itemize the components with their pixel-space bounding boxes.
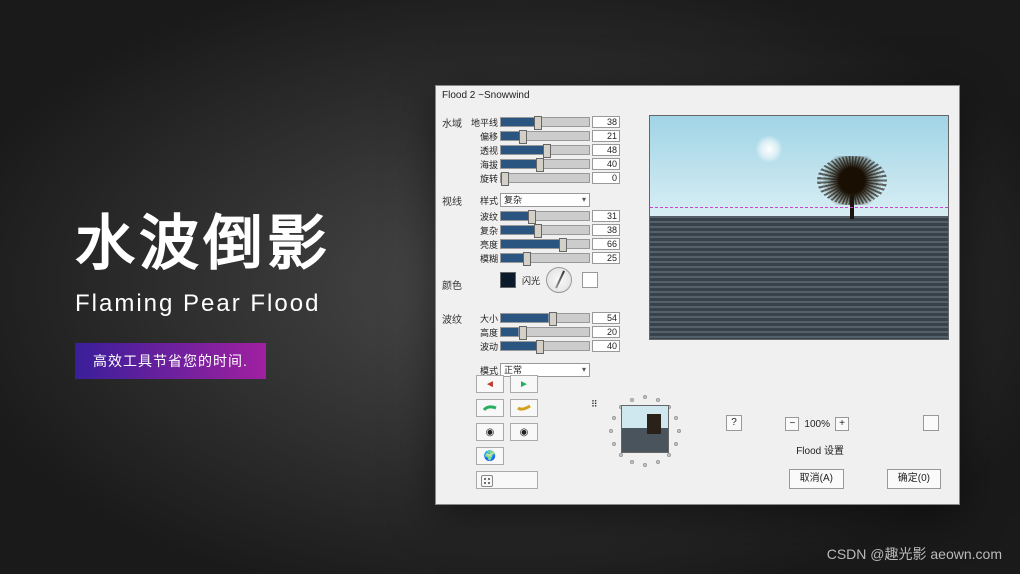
row-complexity: 复杂38 xyxy=(468,223,620,237)
section-water: 水域 xyxy=(442,115,462,130)
row-altitude: 海拔40 xyxy=(468,157,620,171)
save-preset-button[interactable] xyxy=(510,399,538,417)
variation-dot[interactable] xyxy=(609,429,613,433)
zoom-out-button[interactable]: − xyxy=(785,417,799,431)
load-preset-button[interactable] xyxy=(476,399,504,417)
row-size: 大小54 xyxy=(468,311,620,325)
row-brightness: 亮度66 xyxy=(468,237,620,251)
checkbox-glare[interactable] xyxy=(582,272,598,288)
disk-load-button[interactable]: ◉ xyxy=(476,423,504,441)
disk-icon: ◉ xyxy=(486,427,495,438)
value-size[interactable]: 54 xyxy=(592,312,620,324)
variation-dot[interactable] xyxy=(643,395,647,399)
row-offset: 偏移21 xyxy=(468,129,620,143)
hero-title-cn: 水波倒影 xyxy=(75,195,331,282)
row-perspective: 透视48 xyxy=(468,143,620,157)
globe-icon: 🌍 xyxy=(484,451,496,462)
row-waviness: 波纹31 xyxy=(468,209,620,223)
horizon-line-icon[interactable] xyxy=(650,207,948,208)
slider-size[interactable] xyxy=(500,313,590,323)
value-perspective[interactable]: 48 xyxy=(592,144,620,156)
value-horizon[interactable]: 38 xyxy=(592,116,620,128)
preset-tools: ◄ ► ◉ ◉ 🌍 xyxy=(476,375,538,489)
row-color: 闪光 xyxy=(468,273,598,287)
zoom-in-button[interactable]: + xyxy=(835,417,849,431)
preview-sky xyxy=(650,116,948,216)
variation-dot[interactable] xyxy=(677,429,681,433)
slider-perspective[interactable] xyxy=(500,145,590,155)
preset-prev-button[interactable]: ◄ xyxy=(476,375,504,393)
zoom-value: 100% xyxy=(801,419,833,430)
value-altitude[interactable]: 40 xyxy=(592,158,620,170)
slider-blur[interactable] xyxy=(500,253,590,263)
row-blur: 模糊25 xyxy=(468,251,620,265)
preview-tree xyxy=(817,156,887,226)
slider-complexity[interactable] xyxy=(500,225,590,235)
value-height[interactable]: 20 xyxy=(592,326,620,338)
value-complexity[interactable]: 38 xyxy=(592,224,620,236)
ok-button[interactable]: 确定(0) xyxy=(887,469,941,489)
auto-preview-button[interactable] xyxy=(923,415,939,431)
variation-dot[interactable] xyxy=(674,442,678,446)
hero-title-en: Flaming Pear Flood xyxy=(75,290,331,318)
cancel-button[interactable]: 取消(A) xyxy=(789,469,844,489)
variation-dot[interactable] xyxy=(643,463,647,467)
slider-height[interactable] xyxy=(500,327,590,337)
variation-dot[interactable] xyxy=(612,416,616,420)
variation-dot[interactable] xyxy=(667,453,671,457)
section-color: 颜色 xyxy=(442,277,462,292)
slider-offset[interactable] xyxy=(500,131,590,141)
slider-horizon[interactable] xyxy=(500,117,590,127)
slider-undulation[interactable] xyxy=(500,341,590,351)
web-button[interactable]: 🌍 xyxy=(476,447,504,465)
row-horizon: 地平线38 xyxy=(468,115,620,129)
hero-tagline: 高效工具节省您的时间. xyxy=(75,343,266,379)
color-swatch[interactable] xyxy=(500,272,516,288)
slider-altitude[interactable] xyxy=(500,159,590,169)
zoom-control: − 100% + xyxy=(785,417,849,431)
value-offset[interactable]: 21 xyxy=(592,130,620,142)
disk-icon: ◉ xyxy=(520,427,529,438)
slider-waviness[interactable] xyxy=(500,211,590,221)
section-ripple: 波纹 xyxy=(442,311,462,326)
preset-next-button[interactable]: ► xyxy=(510,375,538,393)
variation-dot[interactable] xyxy=(656,398,660,402)
slider-rotation[interactable] xyxy=(500,173,590,183)
help-button[interactable]: ? xyxy=(726,415,742,431)
variation-dot[interactable] xyxy=(612,442,616,446)
value-blur[interactable]: 25 xyxy=(592,252,620,264)
variation-dot[interactable] xyxy=(630,460,634,464)
row-undulation: 波动40 xyxy=(468,339,620,353)
preview-canvas[interactable] xyxy=(649,115,949,340)
row-style: 样式复杂 xyxy=(468,193,590,207)
randomize-button[interactable] xyxy=(476,471,538,489)
combo-style[interactable]: 复杂 xyxy=(500,193,590,207)
variation-ring: ⠿ xyxy=(591,395,711,485)
variation-dot[interactable] xyxy=(674,416,678,420)
variation-thumbnail[interactable] xyxy=(621,405,669,453)
flash-label: 闪光 xyxy=(522,274,540,287)
hero-panel: 水波倒影 Flaming Pear Flood 高效工具节省您的时间. xyxy=(75,195,331,379)
slider-brightness[interactable] xyxy=(500,239,590,249)
dialog-title: Flood 2 ~Snowwind xyxy=(436,86,959,105)
direction-compass[interactable] xyxy=(546,267,572,293)
preview-water xyxy=(650,216,948,339)
variation-dot[interactable] xyxy=(656,460,660,464)
flood-dialog: Flood 2 ~Snowwind 水域 地平线38 偏移21 透视48 海拔4… xyxy=(435,85,960,505)
drag-handle-icon[interactable]: ⠿ xyxy=(591,399,598,410)
value-undulation[interactable]: 40 xyxy=(592,340,620,352)
variation-dot[interactable] xyxy=(630,398,634,402)
value-brightness[interactable]: 66 xyxy=(592,238,620,250)
value-waviness[interactable]: 31 xyxy=(592,210,620,222)
row-rotation: 旋转0 xyxy=(468,171,620,185)
variation-dot[interactable] xyxy=(619,453,623,457)
watermark-text: CSDN @趣光影 aeown.com xyxy=(827,544,1002,564)
value-rotation[interactable]: 0 xyxy=(592,172,620,184)
settings-label: Flood 设置 xyxy=(796,442,844,457)
row-height: 高度20 xyxy=(468,325,620,339)
section-view: 视线 xyxy=(442,193,462,208)
disk-save-button[interactable]: ◉ xyxy=(510,423,538,441)
preview-sun xyxy=(754,134,784,164)
